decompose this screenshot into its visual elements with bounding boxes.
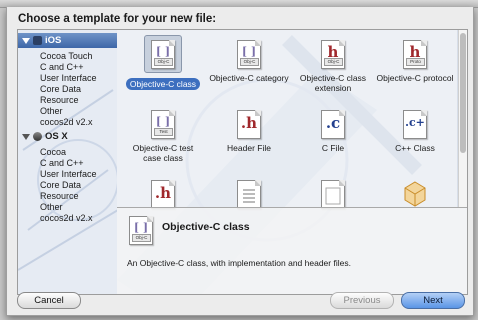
sidebar-section-label: OS X xyxy=(45,131,68,142)
template-label: Objective-C protocol xyxy=(376,73,454,83)
objc-extension-icon: h Obj-C xyxy=(321,40,345,69)
objc-class-icon: [ ] Obj-C xyxy=(144,35,182,73)
template-objc-protocol[interactable]: h Proto Objective-C protocol xyxy=(375,40,455,83)
h-file-icon: .h xyxy=(151,180,175,209)
sidebar-item-cocoa-touch[interactable]: Cocoa Touch xyxy=(40,51,92,61)
template-label: Objective-C test case class xyxy=(132,143,194,163)
details-title: Objective-C class xyxy=(162,221,250,233)
blank-doc-icon xyxy=(321,180,345,209)
disclosure-triangle-icon[interactable] xyxy=(22,133,30,140)
template-list-doc[interactable] xyxy=(209,180,289,209)
sidebar-item-c-and-cpp[interactable]: C and C++ xyxy=(40,62,84,72)
header-file-icon: .h xyxy=(237,110,261,139)
sidebar-section-osx[interactable]: OS X xyxy=(18,129,118,144)
template-h-file[interactable]: .h xyxy=(123,180,203,209)
ios-device-icon xyxy=(33,36,42,45)
sidebar-item-user-interface[interactable]: User Interface xyxy=(40,169,97,179)
c-file-icon: .c xyxy=(321,110,345,139)
sidebar-item-resource[interactable]: Resource xyxy=(40,95,79,105)
sidebar-section-label: iOS xyxy=(45,35,62,46)
sidebar-item-cocos2d[interactable]: cocos2d v2.x xyxy=(40,117,93,127)
template-panel: [ ] Obj-C Objective-C class [ ] Obj-C Ob… xyxy=(117,29,468,295)
template-objc-test-case[interactable]: [ ] Test Objective-C test case class xyxy=(123,110,203,163)
sidebar-item-cocos2d[interactable]: cocos2d v2.x xyxy=(40,213,93,223)
template-label: Objective-C class extension xyxy=(299,73,367,93)
previous-button[interactable]: Previous xyxy=(330,292,394,309)
template-cpp-class[interactable]: .c+ C++ Class xyxy=(375,110,455,153)
template-blank-doc[interactable] xyxy=(293,180,373,209)
template-label: Header File xyxy=(227,143,271,153)
template-label: C File xyxy=(321,143,345,153)
template-details-pane: [ ] Obj-C Objective-C class An Objective… xyxy=(117,208,467,294)
scroll-thumb[interactable] xyxy=(460,33,466,153)
cancel-button[interactable]: Cancel xyxy=(17,292,81,309)
sidebar-item-user-interface[interactable]: User Interface xyxy=(40,73,97,83)
cpp-class-icon: .c+ xyxy=(403,110,427,139)
osx-icon xyxy=(33,132,42,141)
cube-icon xyxy=(403,180,427,208)
sidebar-item-c-and-cpp[interactable]: C and C++ xyxy=(40,158,84,168)
template-cube[interactable] xyxy=(375,180,455,208)
next-button[interactable]: Next xyxy=(401,292,465,309)
objc-protocol-icon: h Proto xyxy=(403,40,427,69)
template-header-file[interactable]: .h Header File xyxy=(209,110,289,153)
template-category-sidebar: iOS Cocoa Touch C and C++ User Interface… xyxy=(17,29,119,295)
template-objc-class-extension[interactable]: h Obj-C Objective-C class extension xyxy=(293,40,373,93)
sidebar-item-core-data[interactable]: Core Data xyxy=(40,84,81,94)
objc-test-icon: [ ] Test xyxy=(151,110,175,139)
template-scrollbar[interactable] xyxy=(458,30,467,207)
disclosure-triangle-icon[interactable] xyxy=(22,37,30,44)
sidebar-item-resource[interactable]: Resource xyxy=(40,191,79,201)
new-file-sheet: Choose a template for your new file: iOS… xyxy=(6,7,474,316)
sidebar-section-ios[interactable]: iOS xyxy=(18,33,118,48)
template-label: C++ Class xyxy=(395,143,435,153)
list-doc-icon xyxy=(237,180,261,209)
sidebar-item-core-data[interactable]: Core Data xyxy=(40,180,81,190)
template-label: Objective-C category xyxy=(209,73,289,83)
template-c-file[interactable]: .c C File xyxy=(293,110,373,153)
details-description: An Objective-C class, with implementatio… xyxy=(127,258,351,268)
sheet-title: Choose a template for your new file: xyxy=(18,13,217,25)
sidebar-item-other[interactable]: Other xyxy=(40,202,63,212)
objc-class-icon: [ ] Obj-C xyxy=(129,216,153,245)
template-grid: [ ] Obj-C Objective-C class [ ] Obj-C Ob… xyxy=(117,30,457,209)
template-objc-class[interactable]: [ ] Obj-C Objective-C class xyxy=(123,35,203,92)
objc-category-icon: [ ] Obj-C xyxy=(237,40,261,69)
sidebar-item-other[interactable]: Other xyxy=(40,106,63,116)
template-objc-category[interactable]: [ ] Obj-C Objective-C category xyxy=(209,40,289,83)
sidebar-item-cocoa[interactable]: Cocoa xyxy=(40,147,66,157)
template-label: Objective-C class xyxy=(125,78,201,90)
